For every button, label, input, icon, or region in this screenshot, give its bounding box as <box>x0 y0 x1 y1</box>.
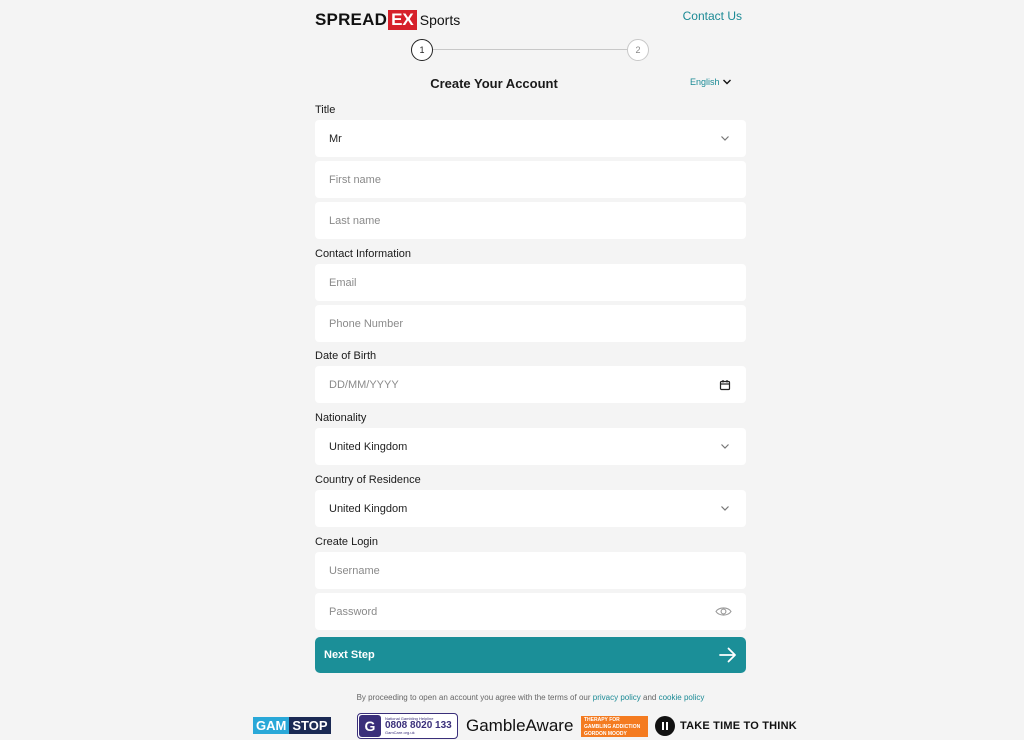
chevron-down-icon <box>718 132 732 146</box>
calendar-icon[interactable] <box>718 378 732 392</box>
password-input[interactable] <box>329 605 715 618</box>
email-field[interactable] <box>315 264 746 301</box>
eye-icon[interactable] <box>715 605 732 619</box>
header: SPREAD EX Sports Contact Us <box>315 8 746 32</box>
language-label: English <box>690 77 720 87</box>
residence-select-value: United Kingdom <box>329 502 408 515</box>
username-input[interactable] <box>329 564 732 577</box>
logo-sports-text: Sports <box>419 12 461 28</box>
page-title: Create Your Account <box>430 76 558 91</box>
pause-icon <box>655 716 675 736</box>
language-selector[interactable]: English <box>690 77 732 87</box>
terms-and: and <box>643 693 657 702</box>
logo-ex-badge: EX <box>388 10 417 30</box>
gamcare-url: GamCare.org.uk <box>385 730 415 735</box>
first-name-input[interactable] <box>329 173 732 186</box>
privacy-policy-link[interactable]: privacy policy <box>593 693 641 702</box>
username-field[interactable] <box>315 552 746 589</box>
nationality-select[interactable]: United Kingdom <box>315 428 746 465</box>
title-select-value: Mr <box>329 132 342 145</box>
take-time-label: TAKE TIME TO THINK <box>680 720 797 732</box>
phone-input[interactable] <box>329 317 732 330</box>
gambleaware-logo[interactable]: GambleAware <box>466 716 573 736</box>
gamcare-g-icon: G <box>359 715 381 737</box>
next-step-label: Next Step <box>324 649 375 661</box>
registration-container: SPREAD EX Sports Contact Us 1 2 Create Y… <box>315 0 746 740</box>
password-field[interactable] <box>315 593 746 630</box>
step-1-indicator: 1 <box>411 39 433 61</box>
first-name-field[interactable] <box>315 161 746 198</box>
login-section-label: Create Login <box>315 536 378 548</box>
gordon-line-3: GORDON MOODY <box>584 731 627 737</box>
chevron-down-icon <box>722 79 731 85</box>
last-name-field[interactable] <box>315 202 746 239</box>
title-section-label: Title <box>315 104 336 116</box>
gordon-line-1: THERAPY FOR <box>584 717 620 723</box>
gamcare-text: National Gambling Helpline 0808 8020 133… <box>385 717 452 735</box>
gordon-line-2: GAMBLING ADDICTION <box>584 724 641 730</box>
terms-text: By proceeding to open an account you agr… <box>315 693 746 702</box>
residence-select[interactable]: United Kingdom <box>315 490 746 527</box>
phone-field[interactable] <box>315 305 746 342</box>
gamcare-logo[interactable]: G National Gambling Helpline 0808 8020 1… <box>357 713 458 739</box>
terms-prefix: By proceeding to open an account you agr… <box>356 693 591 702</box>
dob-input[interactable] <box>329 378 719 391</box>
logo-spread-text: SPREAD <box>315 10 388 29</box>
last-name-input[interactable] <box>329 214 732 227</box>
chevron-down-icon <box>718 440 732 454</box>
gamstop-stop-text: STOP <box>289 717 331 734</box>
dob-field[interactable] <box>315 366 746 403</box>
next-step-button[interactable]: Next Step <box>315 637 746 673</box>
nationality-section-label: Nationality <box>315 412 367 424</box>
title-select[interactable]: Mr <box>315 120 746 157</box>
title-row: Create Your Account English <box>315 75 746 93</box>
email-input[interactable] <box>329 276 732 289</box>
contact-section-label: Contact Information <box>315 248 411 260</box>
chevron-down-icon <box>718 502 732 516</box>
step-2-indicator: 2 <box>627 39 649 61</box>
gamstop-gam-text: GAM <box>253 717 290 734</box>
arrow-right-icon <box>719 647 736 663</box>
spreadex-logo[interactable]: SPREAD EX Sports <box>315 10 460 30</box>
cookie-policy-link[interactable]: cookie policy <box>659 693 705 702</box>
dob-section-label: Date of Birth <box>315 350 377 362</box>
gamstop-logo[interactable]: GAM STOP <box>253 717 331 734</box>
nationality-select-value: United Kingdom <box>329 440 408 453</box>
footer-logos: GAM STOP G National Gambling Helpline 08… <box>253 713 813 739</box>
contact-us-link[interactable]: Contact Us <box>683 9 742 23</box>
residence-section-label: Country of Residence <box>315 474 421 486</box>
take-time-to-think-logo[interactable]: TAKE TIME TO THINK <box>655 716 797 736</box>
gordon-moody-logo[interactable]: THERAPY FOR GAMBLING ADDICTION GORDON MO… <box>581 716 648 737</box>
progress-stepper: 1 2 <box>411 39 649 61</box>
stepper-line <box>433 49 627 50</box>
